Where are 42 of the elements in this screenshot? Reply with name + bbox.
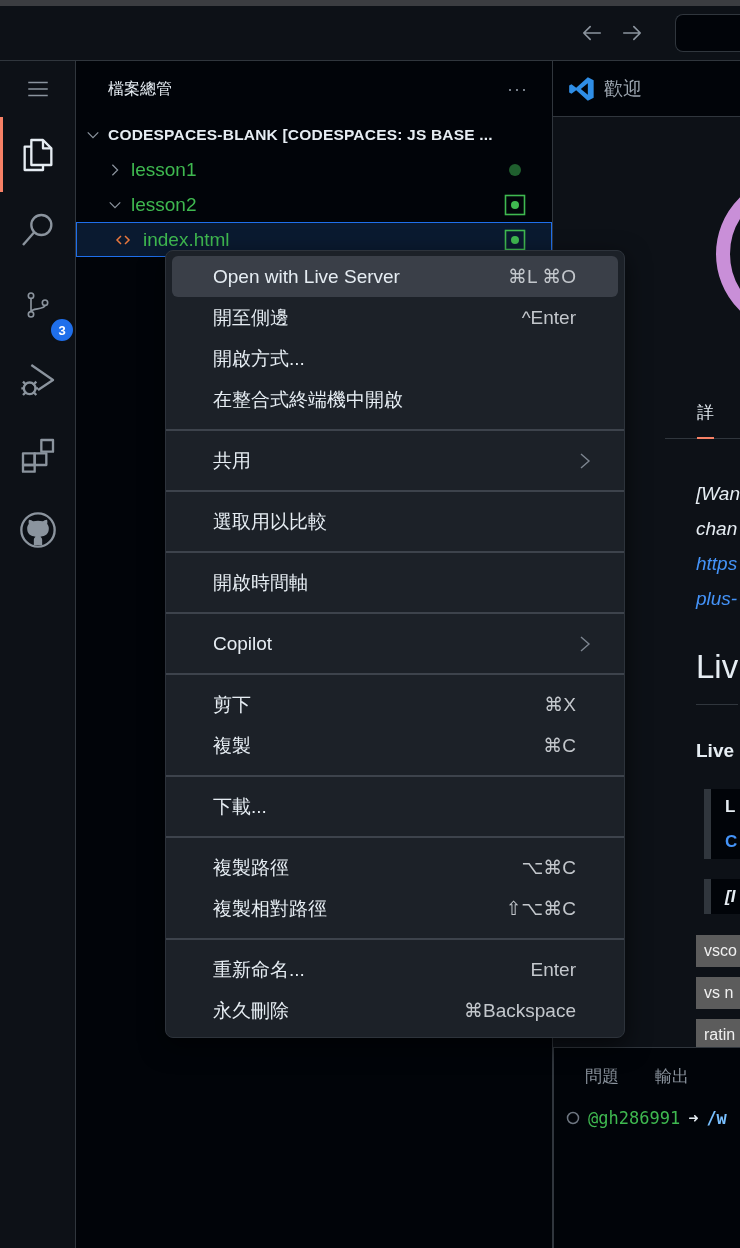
menu-item[interactable]: 在整合式終端機中開啟 — [172, 379, 618, 420]
menu-item[interactable]: 選取用以比較 — [172, 501, 618, 542]
prompt-arrow: ➜ — [688, 1108, 699, 1128]
subheading: Live — [696, 739, 736, 763]
command-search-field[interactable] — [675, 14, 740, 52]
tree-row[interactable]: lesson2 — [76, 187, 552, 222]
more-actions-button[interactable]: ··· — [507, 78, 528, 100]
menu-item[interactable]: 共用 — [172, 440, 618, 481]
warning-text: chan — [696, 517, 739, 541]
heading: Liv — [696, 642, 739, 705]
quote-text: L — [725, 796, 737, 818]
menu-item[interactable]: 複製路徑 ⌥⌘C — [172, 847, 618, 888]
quote-text: [I — [725, 886, 737, 908]
menu-item[interactable]: 開啟方式... — [172, 338, 618, 379]
panel-tab[interactable]: 輸出 — [655, 1065, 689, 1095]
menu-item[interactable]: Open with Live Server ⌘L ⌘O — [172, 256, 618, 297]
details-tab[interactable]: 詳 — [697, 393, 714, 439]
tag[interactable]: vsco — [696, 935, 740, 967]
link[interactable]: plus- — [696, 581, 740, 616]
panel-tab[interactable]: 問題 — [585, 1065, 619, 1095]
menu-item[interactable]: 複製 ⌘C — [172, 725, 618, 766]
menu-item[interactable]: 永久刪除 ⌘Backspace — [172, 990, 618, 1031]
prompt-path: /w — [706, 1108, 727, 1128]
link[interactable]: C — [725, 824, 740, 859]
cat-circle-icon[interactable] — [17, 509, 58, 550]
tag[interactable]: vs n — [696, 977, 740, 1009]
panel-title: 檔案總管 — [108, 78, 172, 99]
menu-item[interactable]: 重新命名... Enter — [172, 949, 618, 990]
menu-item[interactable]: Copilot — [172, 623, 618, 664]
menu-item[interactable]: 開至側邊 ^Enter — [172, 297, 618, 338]
count-badge: 3 — [49, 317, 75, 343]
warning-text: [Wan — [696, 482, 740, 506]
status-circle-icon — [566, 1111, 580, 1125]
menu-item[interactable]: 複製相對路徑 ⇧⌥⌘C — [172, 888, 618, 929]
menu-item[interactable]: 開啟時間軸 — [172, 562, 618, 603]
prompt-user: @gh286991 — [588, 1108, 681, 1128]
menu-item[interactable]: 下載... — [172, 786, 618, 827]
menu-item[interactable]: 剪下 ⌘X — [172, 684, 618, 725]
tree-row[interactable]: CODESPACES-BLANK [CODESPACES: JS BASE ... — [76, 117, 552, 152]
link[interactable]: https — [696, 546, 740, 581]
tree-row[interactable]: lesson1 — [76, 152, 552, 187]
tag[interactable]: ratin — [696, 1019, 740, 1047]
